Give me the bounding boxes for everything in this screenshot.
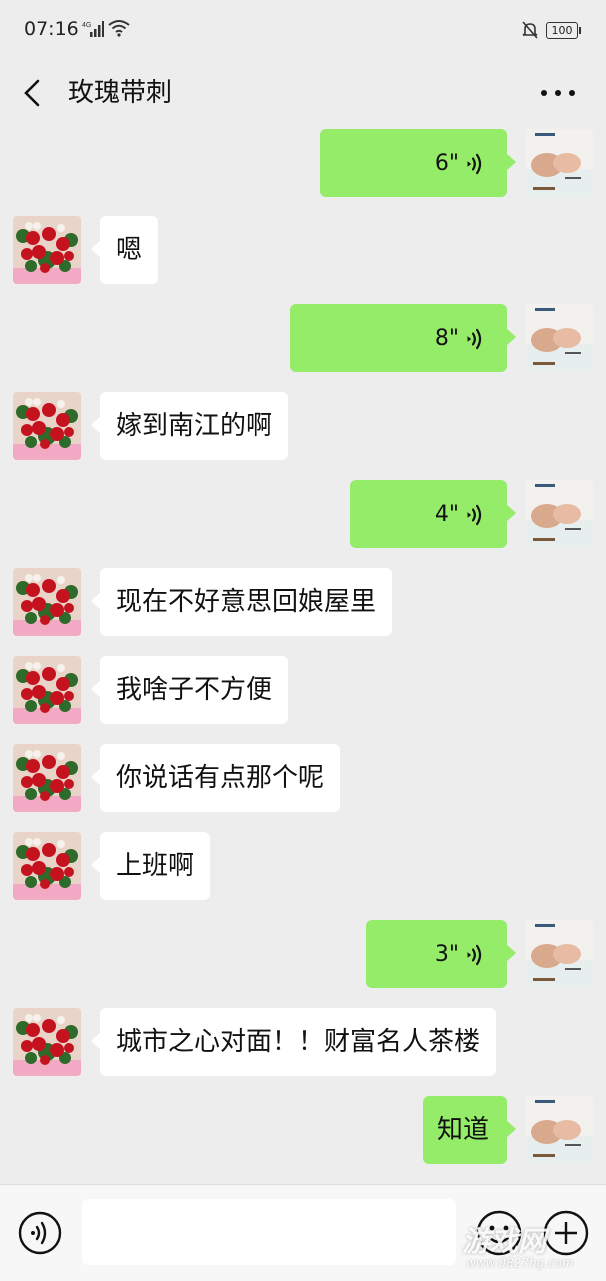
text-bubble[interactable]: 城市之心对面！！财富名人茶楼 <box>90 1008 497 1076</box>
watermark-url: www.0827hg.com <box>466 1256 574 1270</box>
contact-avatar[interactable] <box>13 1008 81 1076</box>
my-avatar[interactable] <box>525 129 593 197</box>
voice-wave-icon <box>463 151 483 177</box>
voice-icon[interactable] <box>18 1211 62 1255</box>
message-voice-out: 4" <box>0 480 606 548</box>
contact-avatar[interactable] <box>13 568 81 636</box>
message-voice-out: 8" <box>0 304 606 372</box>
my-avatar[interactable] <box>525 480 593 548</box>
text-bubble[interactable]: 嫁到南江的啊 <box>90 392 289 460</box>
my-avatar[interactable] <box>525 1096 593 1164</box>
wifi-icon <box>108 20 130 37</box>
message-text-in: 你说话有点那个呢 <box>0 744 606 812</box>
voice-duration: 4" <box>434 501 459 527</box>
my-avatar[interactable] <box>525 304 593 372</box>
message-text-in: 嗯 <box>0 216 606 284</box>
message-input[interactable] <box>82 1199 456 1265</box>
message-text-in: 我啥子不方便 <box>0 656 606 724</box>
text-bubble[interactable]: 我啥子不方便 <box>90 656 289 724</box>
contact-avatar[interactable] <box>13 216 81 284</box>
text-bubble[interactable]: 现在不好意思回娘屋里 <box>90 568 393 636</box>
message-list: 6" 嗯 8" 嫁到南江的啊 4" 现在不好意思回娘屋里 我啥子不方便 你说话有… <box>0 126 606 1184</box>
plus-icon[interactable] <box>542 1209 590 1257</box>
voice-bubble[interactable]: 8" <box>290 304 516 372</box>
message-voice-out: 6" <box>0 129 606 197</box>
contact-avatar[interactable] <box>13 832 81 900</box>
contact-avatar[interactable] <box>13 392 81 460</box>
voice-duration: 8" <box>434 325 459 351</box>
signal-icon: 4G <box>82 21 104 37</box>
my-avatar[interactable] <box>525 920 593 988</box>
voice-bubble[interactable]: 6" <box>320 129 516 197</box>
message-text-in: 现在不好意思回娘屋里 <box>0 568 606 636</box>
chevron-left-icon[interactable] <box>18 70 48 116</box>
message-text-in: 城市之心对面！！财富名人茶楼 <box>0 1008 606 1076</box>
watermark: 游戏网 <box>462 1225 547 1258</box>
text-bubble[interactable]: 你说话有点那个呢 <box>90 744 341 812</box>
message-text-in: 上班啊 <box>0 832 606 900</box>
text-bubble[interactable]: 知道 <box>423 1096 516 1164</box>
voice-bubble[interactable]: 4" <box>350 480 516 548</box>
message-text-out: 知道 <box>0 1096 606 1164</box>
message-text-in: 嫁到南江的啊 <box>0 392 606 460</box>
status-time: 07:16 <box>24 18 79 40</box>
contact-avatar[interactable] <box>13 656 81 724</box>
chat-title: 玫瑰带刺 <box>68 78 173 108</box>
more-icon[interactable] <box>538 76 578 110</box>
voice-wave-icon <box>463 326 483 352</box>
voice-bubble[interactable]: 3" <box>366 920 516 988</box>
network-label: 4G <box>82 22 91 29</box>
text-bubble[interactable]: 嗯 <box>90 216 159 284</box>
status-bar: 07:16 4G 100 <box>0 0 606 60</box>
battery-indicator: 100 <box>546 22 581 39</box>
chat-header: 玫瑰带刺 <box>0 60 606 126</box>
mute-bell-icon <box>522 21 538 39</box>
voice-duration: 6" <box>434 150 459 176</box>
contact-avatar[interactable] <box>13 744 81 812</box>
voice-duration: 3" <box>434 941 459 967</box>
message-voice-out: 3" <box>0 920 606 988</box>
text-bubble[interactable]: 上班啊 <box>90 832 211 900</box>
voice-wave-icon <box>463 502 483 528</box>
voice-wave-icon <box>463 942 483 968</box>
